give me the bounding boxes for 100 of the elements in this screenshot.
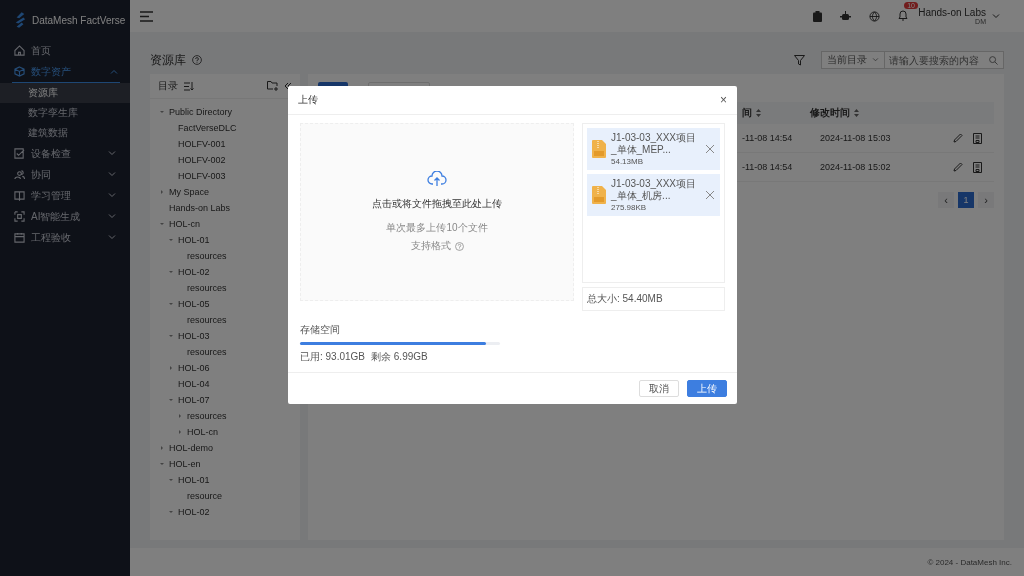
user-name[interactable]: Hands-on Labs <box>918 7 986 18</box>
brand-name: DataMesh FactVerse <box>32 14 126 26</box>
tree-item[interactable]: HOL-05 <box>178 299 210 309</box>
sort-icon <box>854 109 859 117</box>
tree-item[interactable]: resources <box>187 315 227 325</box>
tree-item[interactable]: HOL-03 <box>178 331 210 341</box>
upload-limit: 单次最多上传10个文件 <box>386 221 488 235</box>
column-header[interactable]: 修改时间 <box>810 106 850 120</box>
remaining-space: 剩余 6.99GB <box>371 350 428 364</box>
book-icon <box>14 190 25 201</box>
page-button[interactable]: 1 <box>958 192 974 208</box>
drop-instruction: 点击或将文件拖拽至此处上传 <box>372 197 502 211</box>
tree-item[interactable]: Hands-on Labs <box>169 203 231 213</box>
folder-add-icon[interactable] <box>267 81 278 91</box>
help-icon[interactable] <box>192 55 202 65</box>
copyright: © 2024 - DataMesh Inc. <box>927 557 1012 567</box>
table-cell-text: 2024-11-08 15:03 <box>820 133 892 143</box>
storage-label: 存储空间 <box>300 323 341 337</box>
total-size: 总大小: 54.40MB <box>582 287 725 311</box>
tree-item[interactable]: HOL-02 <box>178 267 210 277</box>
file-name: J1-03-03_XXX项目_单体_MEP... <box>611 132 698 155</box>
chevron-icon <box>108 151 116 156</box>
tree-item[interactable]: HOLFV-001 <box>178 139 226 149</box>
tree-item[interactable]: HOL-demo <box>169 443 213 453</box>
nav-item[interactable]: AI智能生成 <box>0 206 130 227</box>
next-page-button[interactable]: › <box>978 192 994 208</box>
table-cell: -11-08 14:54 <box>742 133 793 143</box>
remove-icon[interactable] <box>706 145 714 153</box>
remove-icon[interactable] <box>706 191 714 199</box>
pencil-icon[interactable] <box>953 133 963 143</box>
home-icon <box>14 45 25 56</box>
panel-title: 目录 <box>158 79 178 93</box>
column-header[interactable]: 间 <box>742 106 752 120</box>
table-cell-text: 2024-11-08 15:02 <box>820 162 892 172</box>
nav-item[interactable]: 学习管理 <box>0 185 130 206</box>
page-title: 资源库 <box>150 51 186 69</box>
supported-formats: 支持格式 <box>410 239 451 253</box>
document-icon[interactable] <box>973 132 982 144</box>
tree-item[interactable]: HOL-02 <box>178 507 210 517</box>
tree-item[interactable]: HOL-cn <box>187 427 218 437</box>
nav-item[interactable]: 首页 <box>0 40 130 61</box>
tree-item[interactable]: Public Directory <box>169 107 233 117</box>
tree-item[interactable]: HOL-01 <box>178 235 210 245</box>
nav-item[interactable]: 协同 <box>0 164 130 185</box>
chevron-icon <box>108 172 116 177</box>
tree-item[interactable]: resources <box>187 411 227 421</box>
file-size: 275.98KB <box>611 203 648 212</box>
cancel-button[interactable]: 取消 <box>639 380 679 397</box>
logo-icon <box>14 12 26 28</box>
tree-item[interactable]: HOLFV-002 <box>178 155 226 165</box>
calendar-icon <box>14 232 25 243</box>
tree-item[interactable]: resources <box>187 347 227 357</box>
tree-item[interactable]: HOL-en <box>169 459 201 469</box>
menu-icon[interactable] <box>140 10 153 22</box>
document-icon[interactable] <box>973 161 982 173</box>
pencil-icon[interactable] <box>953 162 963 172</box>
zip-file-icon <box>592 186 606 204</box>
tree-item[interactable]: HOLFV-003 <box>178 171 226 181</box>
help-icon[interactable] <box>454 241 464 251</box>
checkbox-icon <box>14 148 25 159</box>
zip-file-icon <box>592 140 606 158</box>
nav-subitem[interactable]: 资源库 <box>0 83 130 103</box>
sort-icon[interactable] <box>184 81 194 91</box>
tree-item[interactable]: HOL-01 <box>178 475 210 485</box>
nav-item[interactable]: 设备检查 <box>0 143 130 164</box>
scan-icon <box>14 211 25 222</box>
tree-item[interactable]: HOL-07 <box>178 395 210 405</box>
tree-item[interactable]: My Space <box>169 187 210 197</box>
nav-subitem[interactable]: 数字孪生库 <box>0 103 130 123</box>
upload-button[interactable]: 上传 <box>687 380 727 397</box>
nav-subitem[interactable]: 建筑数据 <box>0 123 130 143</box>
filter-icon[interactable] <box>794 54 805 66</box>
tree-item[interactable]: resources <box>187 283 227 293</box>
users-icon <box>14 169 25 180</box>
clipboard-icon[interactable] <box>813 10 823 22</box>
tree-item[interactable]: FactVerseDLC <box>178 123 237 133</box>
chevron-icon <box>110 69 118 74</box>
tree-item[interactable]: resources <box>187 251 227 261</box>
table-cell: -11-08 14:54 <box>742 162 793 172</box>
dialog-title: 上传 <box>298 93 318 107</box>
sort-icon <box>756 109 761 117</box>
bell-icon[interactable] <box>898 9 909 21</box>
tree-item[interactable]: HOL-06 <box>178 363 210 373</box>
chevron-icon[interactable] <box>992 13 1000 19</box>
chevron-icon <box>108 235 116 240</box>
tree-item[interactable]: HOL-04 <box>178 379 210 389</box>
file-size: 54.13MB <box>611 157 645 166</box>
used-space: 已用: 93.01GB <box>300 350 366 364</box>
prev-page-button[interactable]: ‹ <box>938 192 954 208</box>
tree-item[interactable]: HOL-cn <box>169 219 200 229</box>
nav-item[interactable]: 工程验收 <box>0 227 130 248</box>
file-name: J1-03-03_XXX项目_单体_机房... <box>611 178 698 201</box>
close-button[interactable]: × <box>720 93 727 107</box>
cube-icon <box>14 66 25 77</box>
globe-icon[interactable] <box>869 10 881 22</box>
cloud-upload-icon <box>427 171 447 187</box>
drop-zone[interactable]: 点击或将文件拖拽至此处上传 单次最多上传10个文件 支持格式 <box>300 123 574 301</box>
robot-icon[interactable] <box>840 11 852 21</box>
tree-item[interactable]: resource <box>187 491 222 501</box>
chevron-icon <box>108 214 116 219</box>
